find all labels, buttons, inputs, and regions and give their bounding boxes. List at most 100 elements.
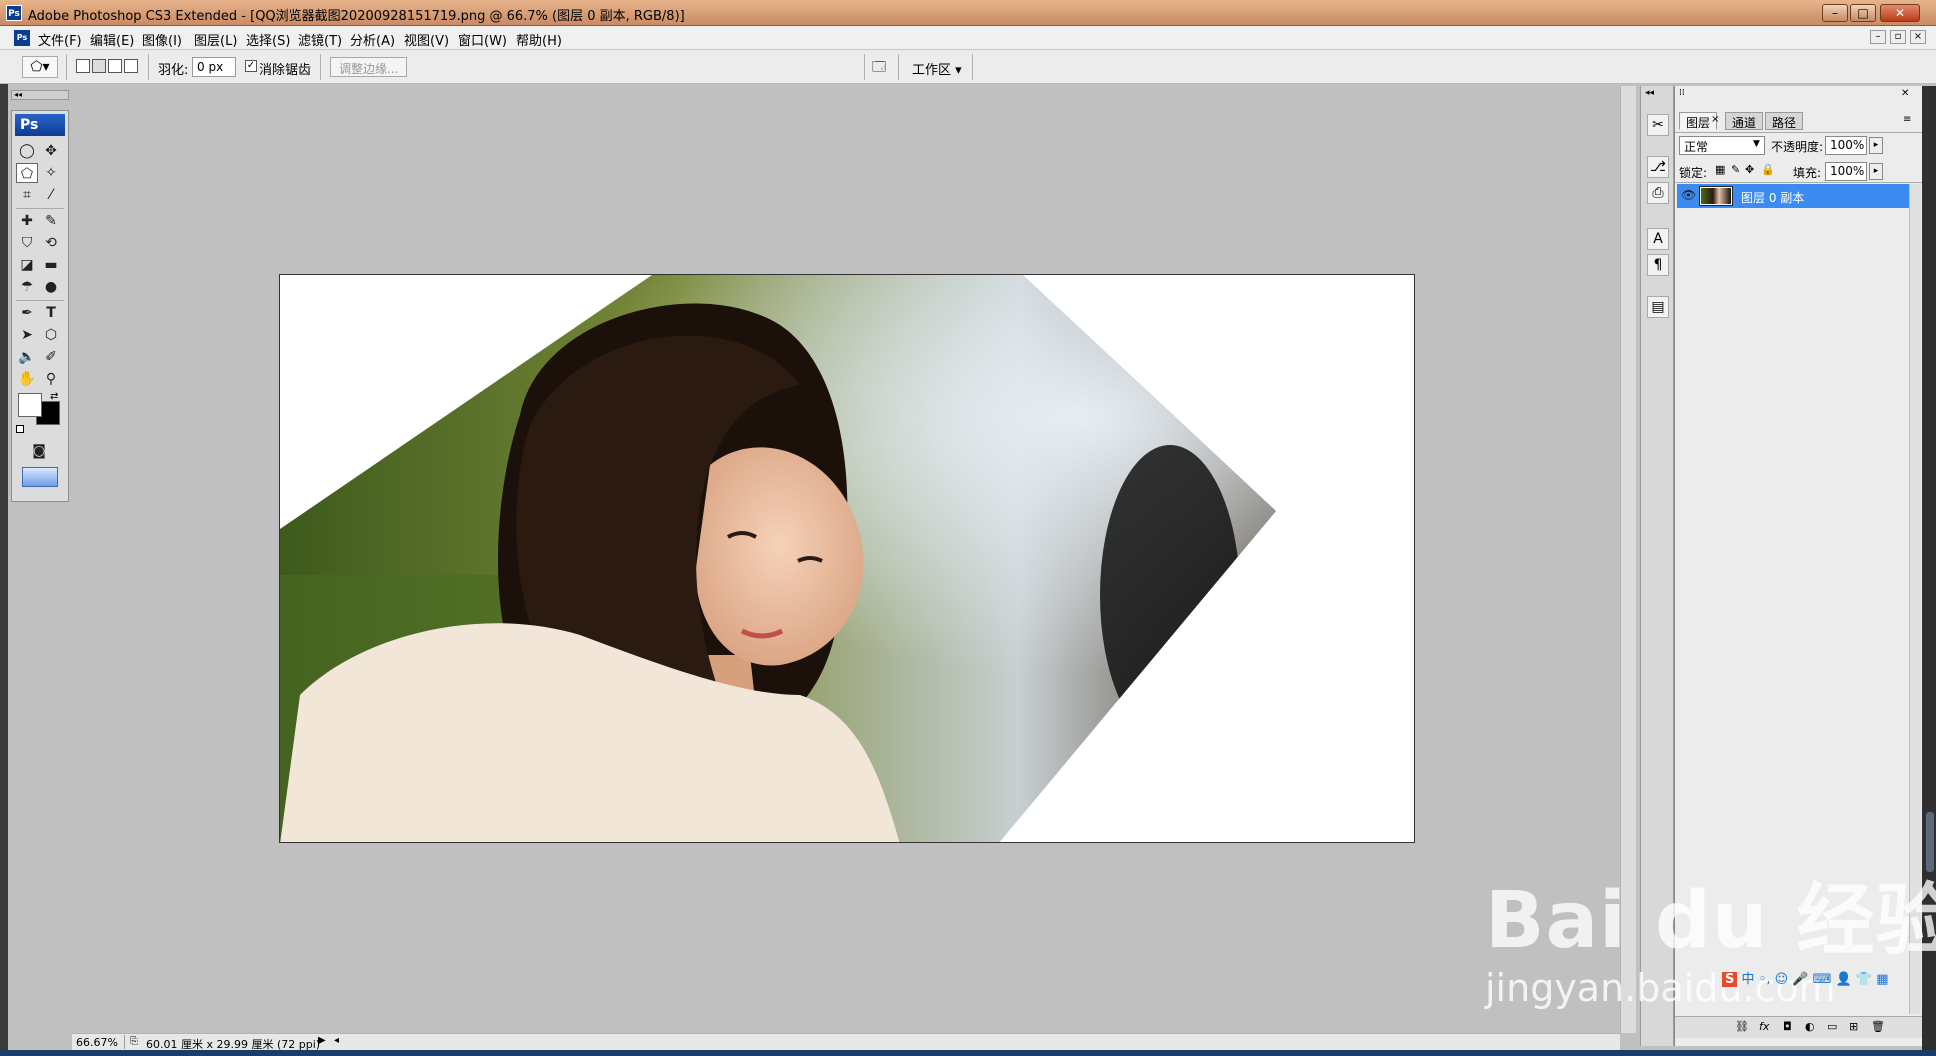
workspace-menu[interactable]: 工作区 ▾ [912,59,962,78]
delete-layer-icon[interactable]: 🗑 [1871,1020,1885,1033]
menu-analysis[interactable]: 分析(A) [350,30,395,49]
ime-user-icon[interactable]: 👤 [1836,972,1852,987]
doc-minimize-button[interactable]: – [1870,30,1886,44]
healing-brush-tool-icon[interactable]: ✚ [16,211,38,231]
menu-edit[interactable]: 编辑(E) [90,30,134,49]
eye-visibility-icon[interactable]: 👁 [1681,188,1696,202]
ime-voice-icon[interactable]: 🎤 [1792,972,1808,987]
actions-panel-icon[interactable]: ⎙ [1647,182,1669,204]
ime-punctuation-icon[interactable]: ◦, [1759,972,1771,987]
menu-select[interactable]: 选择(S) [246,30,290,49]
scroll-left-icon[interactable]: ◂ [334,1035,339,1046]
antialias-checkbox[interactable]: ✓ [245,60,257,72]
ime-keyboard-icon[interactable]: ⌨ [1813,972,1832,987]
tab-close-icon[interactable]: × [1711,114,1719,125]
ime-chinese-mode-icon[interactable]: 中 [1742,972,1755,987]
menu-help[interactable]: 帮助(H) [516,30,562,49]
status-menu-arrow-icon[interactable]: ▶ [318,1035,326,1046]
pen-tool-icon[interactable]: ✒ [16,303,38,323]
menu-file[interactable]: 文件(F) [38,30,82,49]
tab-paths[interactable]: 路径 [1765,112,1804,130]
menu-window[interactable]: 窗口(W) [458,30,507,49]
brushes-palette-icon[interactable]: 🗔 [872,58,892,76]
add-mask-icon[interactable]: ◘ [1783,1020,1792,1033]
layer-name[interactable]: 图层 0 副本 [1741,189,1804,206]
foreground-color-swatch[interactable] [18,393,42,417]
eyedropper-tool-icon[interactable]: ✐ [40,347,62,367]
crop-tool-icon[interactable]: ⌗ [16,185,38,205]
history-panel-icon[interactable]: ⎇ [1647,156,1669,178]
polygonal-lasso-tool-icon[interactable]: ⬠ [16,163,38,183]
ime-grid-icon[interactable]: ▦ [1876,972,1888,987]
shape-tool-icon[interactable]: ⬡ [40,325,62,345]
clone-stamp-tool-icon[interactable]: ⛉ [16,233,38,253]
ime-emoji-icon[interactable]: ☺ [1775,972,1789,987]
layer-style-icon[interactable]: fx [1759,1020,1769,1033]
zoom-level[interactable]: 66.67% [76,1036,118,1049]
marquee-tool-icon[interactable]: ◯ [16,141,38,161]
menu-filter[interactable]: 滤镜(T) [298,30,342,49]
quick-mask-icon[interactable]: ◙ [28,441,50,461]
minimize-button[interactable]: – [1822,4,1848,22]
magic-wand-tool-icon[interactable]: ✧ [40,163,62,183]
opacity-input[interactable]: 100% [1825,136,1867,155]
menu-image[interactable]: 图像(I) [142,30,182,49]
new-selection-icon[interactable] [76,59,90,73]
sogou-ime-icon[interactable]: S [1722,972,1738,987]
link-layers-icon[interactable]: ⛓ [1735,1020,1749,1033]
hand-tool-icon[interactable]: ✋ [16,369,38,389]
add-selection-icon[interactable] [92,59,106,73]
close-button[interactable]: ✕ [1880,4,1920,22]
lock-transparency-icon[interactable]: ▦ [1715,163,1725,176]
swap-colors-icon[interactable]: ⇄ [50,391,58,402]
notes-tool-icon[interactable]: 🔈 [16,347,38,367]
opacity-arrow-icon[interactable]: ▸ [1869,137,1883,154]
lock-all-icon[interactable]: 🔒 [1761,163,1775,176]
character-panel-icon[interactable]: A [1647,228,1669,250]
fill-input[interactable]: 100% [1825,162,1867,181]
subtract-selection-icon[interactable] [108,59,122,73]
blur-tool-icon[interactable]: ☂ [16,277,38,297]
ime-toolbar[interactable]: S 中 ◦, ☺ 🎤 ⌨ 👤 👕 ▦ [1722,968,1922,988]
layer-comps-panel-icon[interactable]: ▤ [1647,296,1669,318]
panel-close-icon[interactable]: ✕ [1901,88,1909,99]
zoom-tool-icon[interactable]: ⚲ [40,369,62,389]
panel-grip[interactable]: ⁞⁞ [1679,88,1685,98]
refine-edge-button[interactable]: 调整边缘... [330,57,408,77]
new-group-icon[interactable]: ▭ [1827,1020,1837,1033]
panel-menu-icon[interactable]: ≡ [1903,114,1911,125]
menu-layer[interactable]: 图层(L) [194,30,237,49]
screen-mode-icon[interactable] [22,467,58,487]
history-brush-tool-icon[interactable]: ⟲ [40,233,62,253]
tab-channels[interactable]: 通道 [1725,112,1764,130]
gradient-tool-icon[interactable]: ▬ [40,255,62,275]
type-tool-icon[interactable]: T [40,303,62,323]
brush-tool-icon[interactable]: ✎ [40,211,62,231]
lock-pixels-icon[interactable]: ✎ [1731,163,1740,176]
menu-view[interactable]: 视图(V) [404,30,449,49]
tool-preset-picker[interactable]: ⬠▾ [22,56,58,78]
chevron-down-icon[interactable]: ▼ [1753,139,1760,149]
document-icon[interactable]: Ps [14,30,30,46]
feather-input[interactable]: 0 px [192,57,236,77]
paragraph-panel-icon[interactable]: ¶ [1647,254,1669,276]
move-tool-icon[interactable]: ✥ [40,141,62,161]
new-layer-icon[interactable]: ⊞ [1849,1020,1858,1033]
dodge-tool-icon[interactable]: ● [40,277,62,297]
lock-position-icon[interactable]: ✥ [1745,163,1754,176]
default-colors-icon[interactable] [16,425,24,433]
adjustment-layer-icon[interactable]: ◐ [1805,1020,1815,1033]
status-info-icon[interactable]: ⎘ [130,1036,138,1047]
maximize-button[interactable]: □ [1850,4,1876,22]
ime-skin-icon[interactable]: 👕 [1856,972,1872,987]
slice-tool-icon[interactable]: ⁄ [40,185,62,205]
layer-row[interactable]: 👁 图层 0 副本 [1677,184,1909,208]
eraser-tool-icon[interactable]: ◪ [16,255,38,275]
doc-restore-button[interactable]: ▫ [1890,30,1906,44]
document-canvas[interactable] [279,274,1415,843]
navigator-panel-icon[interactable]: ✂ [1647,114,1669,136]
path-selection-tool-icon[interactable]: ➤ [16,325,38,345]
intersect-selection-icon[interactable] [124,59,138,73]
fill-arrow-icon[interactable]: ▸ [1869,163,1883,180]
toolbox-collapse-handle[interactable]: ◂◂ [11,90,69,100]
